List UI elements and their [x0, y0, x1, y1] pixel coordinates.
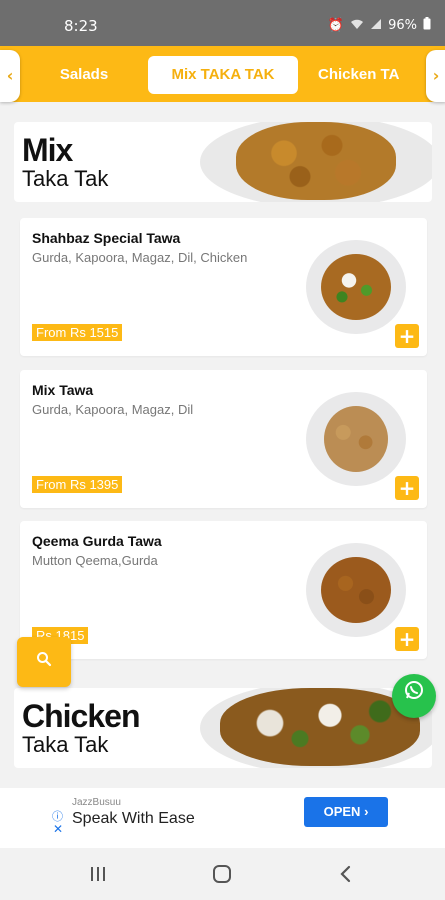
category-subtitle: Taka Tak: [22, 166, 109, 191]
food-image: [236, 122, 396, 200]
scroll-left-arrow-icon[interactable]: ‹: [0, 50, 20, 102]
signal-icon: [370, 18, 382, 34]
status-bar: 8:23 ⏰ 96%: [0, 0, 445, 46]
item-name: Qeema Gurda Tawa: [32, 533, 162, 549]
tab-mix-taka-tak[interactable]: Mix TAKA TAK: [148, 56, 298, 94]
wifi-icon: [350, 18, 364, 34]
battery-percent: 96%: [388, 18, 417, 33]
status-icons: ⏰ 96%: [328, 17, 431, 34]
search-icon: [36, 651, 52, 672]
battery-icon: [423, 17, 431, 34]
whatsapp-button[interactable]: [392, 674, 436, 718]
menu-item-card[interactable]: Shahbaz Special Tawa Gurda, Kapoora, Mag…: [20, 218, 427, 356]
ad-open-button[interactable]: OPEN ›: [304, 797, 388, 827]
ad-brand: JazzBusuu: [72, 797, 121, 808]
item-name: Shahbaz Special Tawa: [32, 230, 181, 246]
category-title: Chicken: [22, 698, 140, 734]
item-description: Gurda, Kapoora, Magaz, Dil: [32, 402, 194, 417]
recents-nav-icon[interactable]: [88, 864, 108, 888]
food-image: [324, 406, 388, 472]
plus-icon: +: [398, 476, 416, 500]
item-price: From Rs 1515: [32, 324, 123, 341]
food-image: [220, 688, 420, 766]
search-button[interactable]: [17, 637, 71, 687]
item-description: Mutton Qeema,Gurda: [32, 553, 158, 568]
item-image: [306, 240, 406, 334]
category-header-chicken: Chicken Taka Tak: [14, 688, 432, 768]
alarm-icon: ⏰: [327, 18, 345, 33]
ad-close-icon[interactable]: ✕: [53, 822, 63, 836]
item-image: [306, 392, 406, 486]
system-navigation-bar: [0, 852, 445, 900]
chevron-right-icon: ›: [364, 804, 369, 819]
food-image: [321, 557, 391, 623]
ad-open-label: OPEN: [323, 804, 361, 819]
menu-item-card[interactable]: Qeema Gurda Tawa Mutton Qeema,Gurda Rs 1…: [20, 521, 427, 659]
item-price: From Rs 1395: [32, 476, 123, 493]
status-time: 8:23: [64, 17, 98, 35]
category-header-mix: Mix Taka Tak: [14, 122, 432, 202]
whatsapp-icon: [403, 681, 425, 706]
category-image: [200, 122, 432, 202]
food-image: [321, 254, 391, 320]
item-name: Mix Tawa: [32, 382, 94, 398]
tab-salads[interactable]: Salads: [40, 56, 128, 94]
scroll-right-arrow-icon[interactable]: ›: [426, 50, 445, 102]
add-item-button[interactable]: +: [395, 324, 419, 348]
category-subtitle: Taka Tak: [22, 732, 109, 757]
home-nav-icon[interactable]: [212, 864, 232, 889]
ad-banner[interactable]: ⓘ ✕ JazzBusuu Speak With Ease OPEN ›: [0, 788, 445, 848]
ad-title: Speak With Ease: [72, 810, 195, 827]
plus-icon: +: [398, 627, 416, 651]
plus-icon: +: [398, 324, 416, 348]
menu-item-card[interactable]: Mix Tawa Gurda, Kapoora, Magaz, Dil From…: [20, 370, 427, 508]
tab-chicken-taka-tak[interactable]: Chicken TA: [318, 56, 438, 94]
category-title: Mix: [22, 132, 73, 168]
category-tab-bar: Salads Mix TAKA TAK Chicken TA: [0, 46, 445, 102]
add-item-button[interactable]: +: [395, 627, 419, 651]
back-nav-icon[interactable]: [338, 864, 352, 889]
add-item-button[interactable]: +: [395, 476, 419, 500]
item-image: [306, 543, 406, 637]
item-description: Gurda, Kapoora, Magaz, Dil, Chicken: [32, 250, 248, 265]
